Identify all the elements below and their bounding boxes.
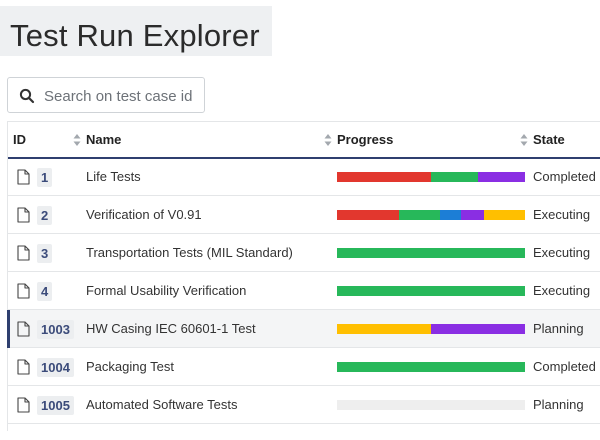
test-run-name[interactable]: Formal Usability Verification xyxy=(86,283,246,298)
progress-segment-green xyxy=(399,210,441,220)
progress-bar xyxy=(337,172,525,182)
progress-segment-purple xyxy=(478,172,525,182)
document-icon xyxy=(17,207,30,223)
test-run-id-badge[interactable]: 1005 xyxy=(37,396,74,415)
progress-bar xyxy=(337,362,525,372)
test-run-id-badge[interactable]: 2 xyxy=(37,206,53,225)
document-icon xyxy=(17,283,30,299)
test-run-state: Executing xyxy=(533,207,591,222)
test-run-state: Planning xyxy=(533,321,584,336)
document-icon xyxy=(17,245,30,261)
test-run-state: Planning xyxy=(533,397,584,412)
search-icon xyxy=(19,88,35,104)
progress-segment-purple xyxy=(461,210,484,220)
column-header-name[interactable]: Name xyxy=(86,132,121,147)
progress-segment-green xyxy=(337,362,525,372)
progress-segment-purple xyxy=(431,324,525,334)
test-run-name[interactable]: Verification of V0.91 xyxy=(86,207,202,222)
page-title-container: Test Run Explorer xyxy=(0,6,272,56)
test-run-state: Completed xyxy=(533,169,596,184)
document-icon xyxy=(17,321,30,337)
table-row[interactable]: 1005 Automated Software Tests Planning xyxy=(8,386,600,424)
document-icon xyxy=(17,397,30,413)
table-row[interactable]: 1004 Packaging Test Completed xyxy=(8,348,600,386)
progress-segment-green xyxy=(431,172,478,182)
test-run-state: Executing xyxy=(533,245,591,260)
column-header-id[interactable]: ID xyxy=(13,132,26,147)
sort-icon-state[interactable] xyxy=(520,133,528,147)
test-run-name[interactable]: Automated Software Tests xyxy=(86,397,238,412)
search-input[interactable]: Search on test case id xyxy=(44,88,192,105)
test-run-table: ID Name Progress State 1 Life Tests Comple… xyxy=(7,121,600,431)
progress-bar xyxy=(337,286,525,296)
test-run-id-badge[interactable]: 1 xyxy=(37,168,53,187)
table-row[interactable]: 1 Life Tests Completed xyxy=(8,158,600,196)
progress-bar xyxy=(337,400,525,410)
test-run-id-badge[interactable]: 3 xyxy=(37,244,53,263)
progress-bar xyxy=(337,248,525,258)
sort-icon-progress[interactable] xyxy=(324,133,332,147)
table-row[interactable]: 4 Formal Usability Verification Executing xyxy=(8,272,600,310)
document-icon xyxy=(17,359,30,375)
test-run-name[interactable]: HW Casing IEC 60601-1 Test xyxy=(86,321,256,336)
progress-bar xyxy=(337,210,525,220)
progress-segment-red xyxy=(337,172,431,182)
table-row[interactable]: 3 Transportation Tests (MIL Standard) Exec… xyxy=(8,234,600,272)
progress-segment-green xyxy=(337,248,525,258)
test-run-name[interactable]: Transportation Tests (MIL Standard) xyxy=(86,245,293,260)
test-run-id-badge[interactable]: 1003 xyxy=(37,320,74,339)
progress-segment-yellow xyxy=(483,210,525,220)
table-header: ID Name Progress State xyxy=(8,122,600,159)
test-run-name[interactable]: Life Tests xyxy=(86,169,141,184)
column-header-progress[interactable]: Progress xyxy=(337,132,393,147)
test-run-id-badge[interactable]: 1004 xyxy=(37,358,74,377)
page-title: Test Run Explorer xyxy=(10,18,260,53)
column-header-state[interactable]: State xyxy=(533,132,565,147)
document-icon xyxy=(17,169,30,185)
progress-segment-blue xyxy=(440,210,462,220)
progress-segment-yellow xyxy=(337,324,431,334)
progress-segment-green xyxy=(337,286,525,296)
table-row[interactable]: 2 Verification of V0.91 Executing xyxy=(8,196,600,234)
search-box[interactable]: Search on test case id xyxy=(7,77,205,113)
progress-segment-red xyxy=(337,210,400,220)
test-run-name[interactable]: Packaging Test xyxy=(86,359,174,374)
table-row[interactable]: 1003 HW Casing IEC 60601-1 Test Planning xyxy=(7,310,600,348)
test-run-state: Completed xyxy=(533,359,596,374)
progress-bar xyxy=(337,324,525,334)
sort-icon-name[interactable] xyxy=(73,133,81,147)
test-run-id-badge[interactable]: 4 xyxy=(37,282,53,301)
test-run-state: Executing xyxy=(533,283,591,298)
